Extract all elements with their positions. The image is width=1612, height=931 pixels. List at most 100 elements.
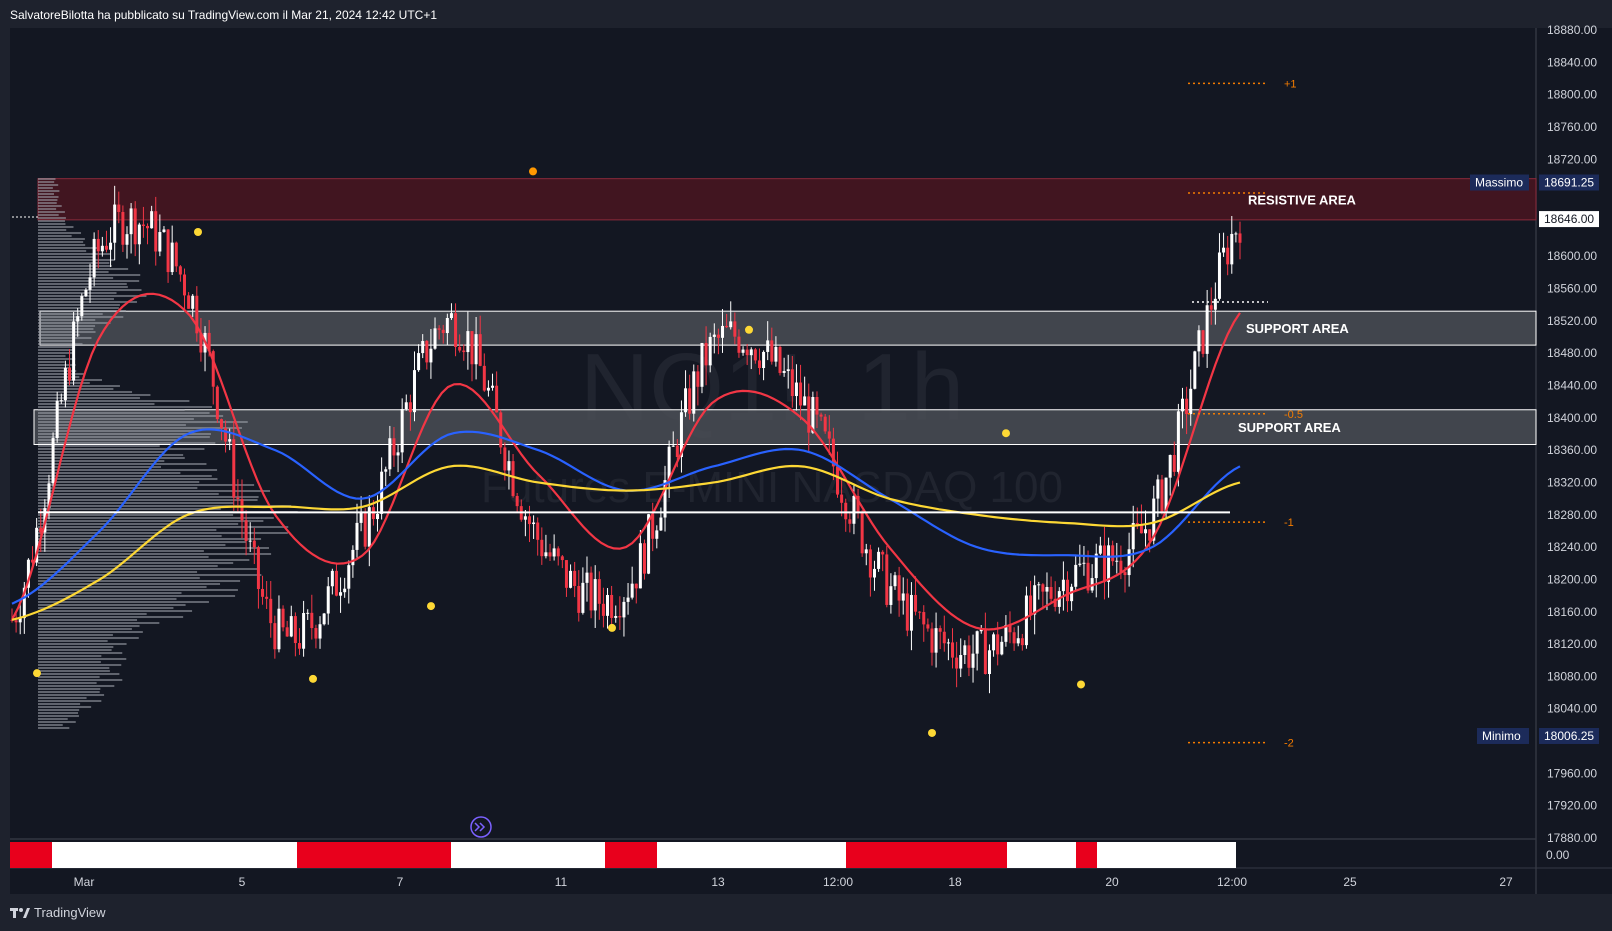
volume-profile-row	[38, 607, 174, 609]
volume-profile-row	[38, 688, 101, 690]
volume-profile-row	[38, 700, 102, 702]
candle-body	[671, 445, 675, 447]
candle-body	[926, 624, 930, 629]
candle-body	[1082, 562, 1086, 564]
candle-body	[1213, 298, 1217, 310]
candle-body	[1123, 572, 1127, 576]
candle-body	[1217, 252, 1221, 299]
candle-body	[622, 601, 626, 618]
volume-profile-row	[38, 292, 117, 294]
candle-body	[129, 208, 133, 235]
volume-profile-row	[38, 187, 53, 189]
volume-profile-row	[38, 610, 193, 612]
candle-body	[642, 543, 646, 574]
candle-body	[1041, 584, 1045, 592]
candle-body	[133, 208, 137, 245]
candle-body	[466, 331, 470, 353]
candle-body	[224, 428, 228, 442]
volume-profile-row	[38, 277, 114, 279]
candle-body	[515, 495, 519, 507]
candle-body	[1111, 545, 1115, 562]
volume-profile-row	[38, 355, 66, 357]
candle-body	[560, 556, 564, 561]
candle-body	[536, 522, 540, 540]
candle-body	[109, 242, 113, 250]
volume-profile-row	[38, 598, 177, 600]
candle-body	[396, 452, 400, 456]
candle-body	[1066, 579, 1070, 602]
candle-body	[601, 603, 605, 616]
candle-body	[872, 568, 876, 578]
price-tick: 18800.00	[1547, 88, 1597, 102]
volume-profile-row	[38, 211, 65, 213]
candle-body	[844, 502, 848, 520]
volume-profile-row	[38, 190, 60, 192]
swing-point	[608, 623, 616, 632]
candle-body	[154, 211, 158, 252]
fib-label: -2	[1284, 738, 1294, 750]
volume-profile-row	[38, 229, 67, 231]
candle-body	[860, 512, 864, 554]
current-tag-value: 18646.00	[1544, 212, 1594, 226]
volume-profile-row	[38, 403, 155, 405]
candle-body	[404, 402, 408, 410]
candle-body	[248, 540, 252, 542]
candle-body	[749, 349, 753, 356]
candle-body	[840, 494, 844, 503]
candle-body	[938, 628, 942, 632]
candle-body	[166, 229, 170, 273]
candle-body	[1222, 247, 1226, 253]
candle-body	[1115, 560, 1119, 562]
candle-body	[905, 593, 909, 631]
candle-body	[934, 628, 938, 653]
candle-body	[753, 349, 757, 361]
volume-profile-row	[38, 634, 113, 636]
candle-body	[322, 613, 326, 625]
footer-brand[interactable]: TradingView	[10, 905, 106, 920]
candle-body	[1201, 330, 1205, 354]
volume-profile-row	[38, 535, 222, 537]
candle-body	[482, 365, 486, 391]
candle-body	[1078, 563, 1082, 565]
candle-body	[256, 547, 260, 589]
candle-body	[762, 351, 766, 369]
volume-profile-row	[38, 589, 238, 591]
volume-profile-row	[38, 316, 124, 318]
price-chart[interactable]: NQ1!, 1h Futures E-MINI NASDAQ 100 +1-0.…	[0, 0, 1612, 931]
volume-profile-row	[38, 475, 212, 477]
time-tick: 12:00	[823, 875, 853, 889]
volume-profile-row	[38, 286, 128, 288]
volume-profile-row	[38, 481, 200, 483]
candle-body	[1156, 479, 1160, 499]
volume-profile-row	[38, 553, 272, 555]
candle-body	[688, 388, 692, 414]
volume-profile-row	[38, 388, 114, 390]
candle-body	[581, 582, 585, 613]
candle-body	[963, 645, 967, 656]
fib-label: -0.5	[1284, 409, 1303, 421]
volume-profile-row	[38, 571, 198, 573]
candle-body	[425, 341, 429, 363]
candle-body	[942, 631, 946, 644]
candle-body	[922, 612, 926, 625]
candle-body	[499, 412, 503, 448]
time-tick: 27	[1499, 875, 1513, 889]
volume-profile-row	[38, 649, 112, 651]
volume-profile-row	[38, 418, 194, 420]
candle-body	[782, 370, 786, 373]
tradingview-logo-icon	[10, 907, 30, 918]
indicator-bar-segment	[52, 842, 297, 868]
volume-profile-row	[38, 199, 58, 201]
volume-profile-row	[38, 226, 74, 228]
candle-body	[992, 634, 996, 651]
candle-body	[215, 386, 219, 420]
candle-body	[67, 367, 71, 381]
volume-profile-row	[38, 547, 269, 549]
swing-point	[745, 325, 753, 334]
volume-profile-row	[38, 238, 85, 240]
volume-profile-row	[38, 463, 207, 465]
candle-body	[1205, 305, 1209, 354]
candle-body	[92, 238, 96, 278]
candle-body	[445, 318, 449, 334]
candle-body	[310, 612, 314, 629]
